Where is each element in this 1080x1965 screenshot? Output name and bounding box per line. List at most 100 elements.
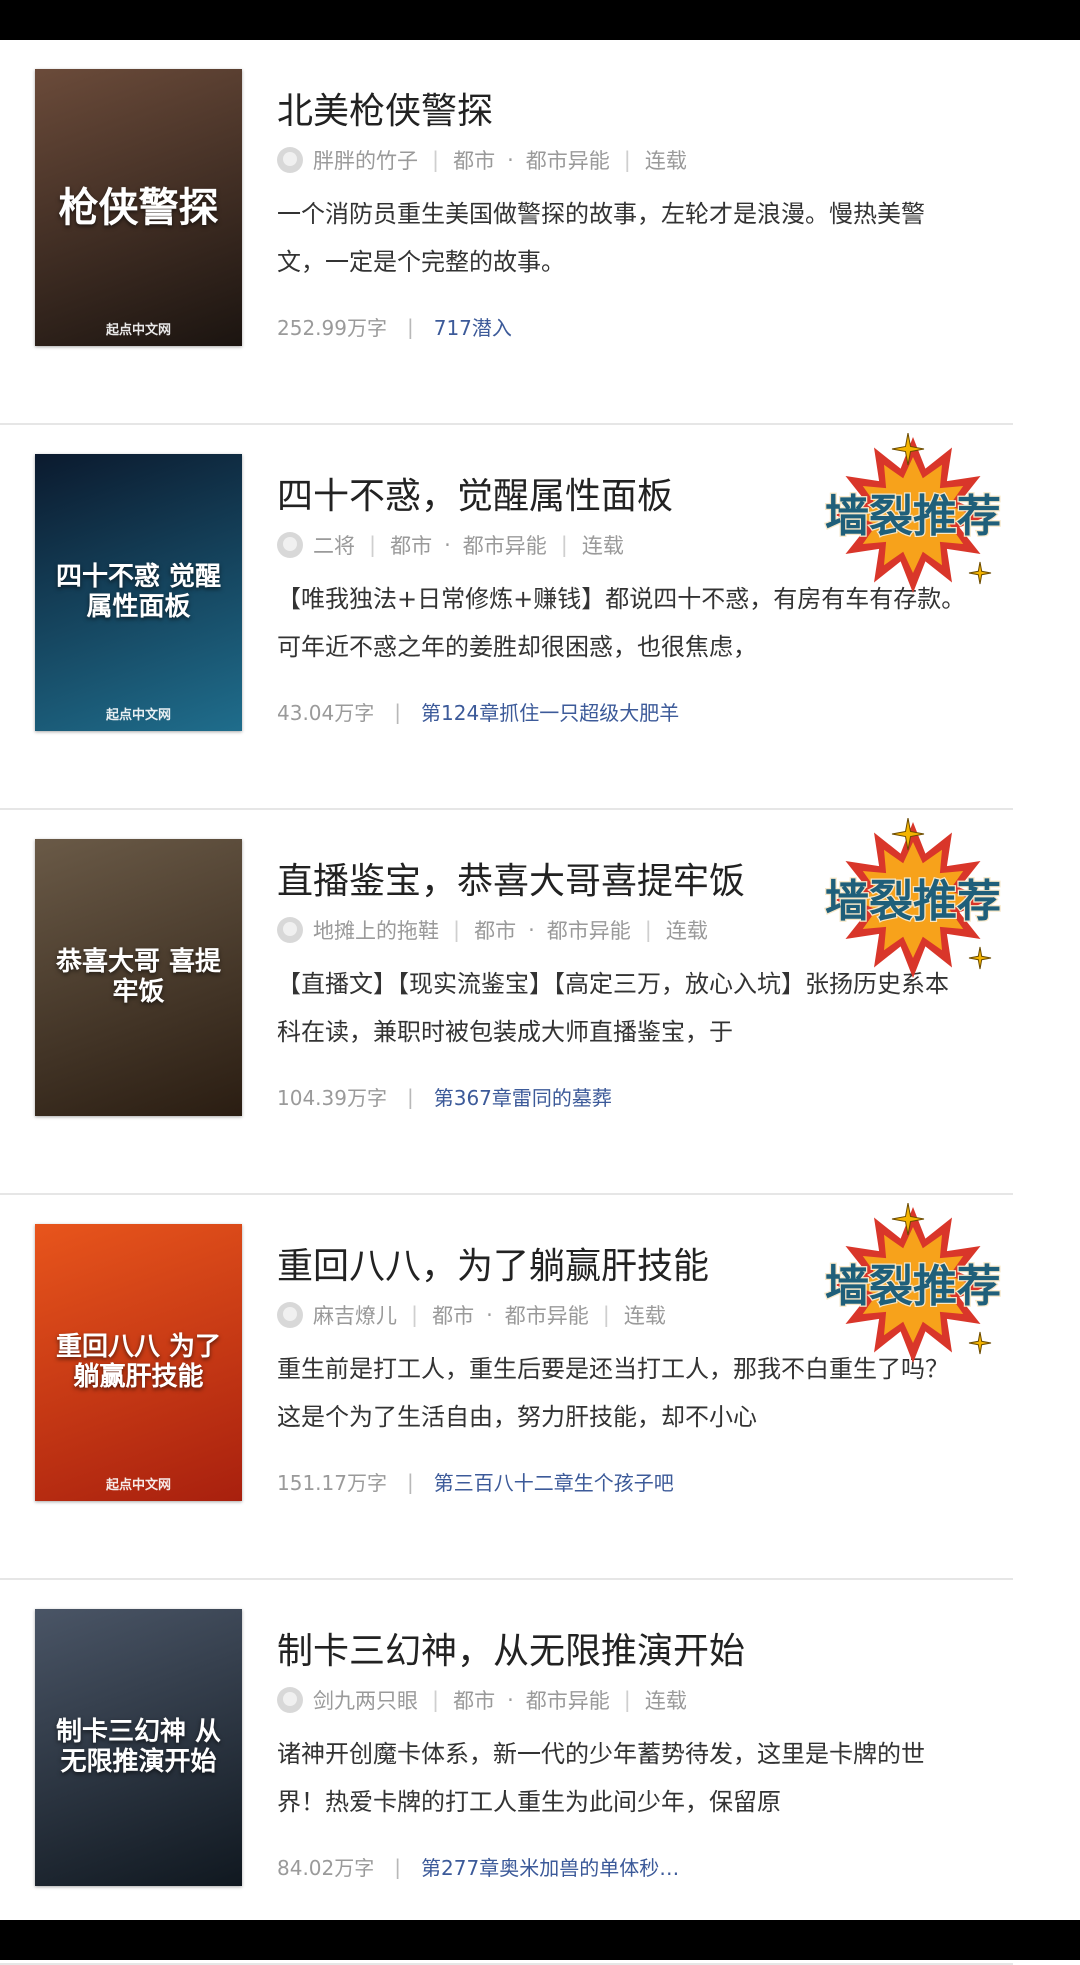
book-item[interactable]: 重回八八 为了躺赢肝技能 起点中文网 重回八八，为了躺赢肝技能 麻吉燎儿 | 都… <box>0 1195 1080 1580</box>
meta-separator: | <box>432 148 440 172</box>
book-title[interactable]: 北美枪侠警探 <box>277 82 493 134</box>
meta-separator: | <box>432 1688 440 1712</box>
book-item[interactable]: 四十不惑 觉醒属性面板 起点中文网 四十不惑，觉醒属性面板 二将 | 都市 · … <box>0 425 1080 810</box>
stats-separator: | <box>394 699 402 724</box>
author-name[interactable]: 剑九两只眼 <box>313 1685 418 1715</box>
book-description: 一个消防员重生美国做警探的故事，左轮才是浪漫。慢热美警文，一定是个完整的故事。 <box>277 200 925 276</box>
book-meta: 地摊上的拖鞋 | 都市 · 都市异能 | 连载 <box>277 915 708 945</box>
author-name[interactable]: 地摊上的拖鞋 <box>313 915 439 945</box>
author-name[interactable]: 麻吉燎儿 <box>313 1300 397 1330</box>
cover-publisher: 起点中文网 <box>105 1478 171 1493</box>
meta-dot: · <box>507 1688 514 1712</box>
latest-chapter-link[interactable]: 第三百八十二章生个孩子吧 <box>434 1467 674 1496</box>
book-title[interactable]: 制卡三幻神，从无限推演开始 <box>277 1622 745 1674</box>
navigation-bar <box>0 1920 1080 1960</box>
meta-dot: · <box>444 533 451 557</box>
meta-separator: | <box>411 1303 419 1327</box>
author-avatar-icon <box>277 917 303 943</box>
book-title[interactable]: 直播鉴宝，恭喜大哥喜提牢饭 <box>277 852 745 904</box>
recommend-badge: 墙裂推荐 <box>824 433 1002 593</box>
book-description: 诸神开创魔卡体系，新一代的少年蓄势待发，这里是卡牌的世界！热爱卡牌的打工人重生为… <box>277 1740 925 1816</box>
latest-chapter-link[interactable]: 第367章雷同的墓葬 <box>434 1082 612 1111</box>
book-title[interactable]: 重回八八，为了躺赢肝技能 <box>277 1237 709 1289</box>
book-cover[interactable]: 恭喜大哥 喜提牢饭 <box>35 839 242 1116</box>
stats-separator: | <box>406 1469 414 1494</box>
badge-text: 墙裂推荐 <box>825 1261 1001 1312</box>
word-count: 252.99万字 <box>277 316 387 340</box>
latest-chapter-link[interactable]: 第277章奥米加兽的单体秒… <box>421 1852 679 1881</box>
author-name[interactable]: 二将 <box>313 530 355 560</box>
word-count: 104.39万字 <box>277 1086 387 1110</box>
meta-separator: | <box>623 148 631 172</box>
recommend-badge: 墙裂推荐 <box>824 818 1002 978</box>
subcategory[interactable]: 都市异能 <box>547 915 631 945</box>
serial-status: 连载 <box>623 1304 666 1328</box>
category[interactable]: 都市 <box>453 1685 495 1715</box>
stats-separator: | <box>394 1854 402 1879</box>
book-meta: 麻吉燎儿 | 都市 · 都市异能 | 连载 <box>277 1300 666 1330</box>
author-avatar-icon <box>277 1687 303 1713</box>
book-list: 枪侠警探 起点中文网 北美枪侠警探 胖胖的竹子 | 都市 · 都市异能 | 连载… <box>0 40 1080 1965</box>
author-name[interactable]: 胖胖的竹子 <box>313 145 418 175</box>
book-cover[interactable]: 四十不惑 觉醒属性面板 起点中文网 <box>35 454 242 731</box>
meta-separator: | <box>560 533 568 557</box>
status-bar <box>0 0 1080 40</box>
serial-status: 连载 <box>644 1689 687 1713</box>
subcategory[interactable]: 都市异能 <box>505 1300 589 1330</box>
book-title[interactable]: 四十不惑，觉醒属性面板 <box>277 467 673 519</box>
meta-separator: | <box>369 533 377 557</box>
book-stats: 104.39万字 | 第367章雷同的墓葬 <box>277 1082 612 1111</box>
serial-status: 连载 <box>581 534 624 558</box>
sparkle-icon <box>968 1331 992 1355</box>
subcategory[interactable]: 都市异能 <box>526 1685 610 1715</box>
meta-dot: · <box>528 918 535 942</box>
cover-publisher: 起点中文网 <box>105 708 171 723</box>
cover-title: 恭喜大哥 喜提牢饭 <box>55 946 222 1007</box>
badge-text: 墙裂推荐 <box>825 876 1001 927</box>
book-item[interactable]: 恭喜大哥 喜提牢饭 直播鉴宝，恭喜大哥喜提牢饭 地摊上的拖鞋 | 都市 · 都市… <box>0 810 1080 1195</box>
cover-publisher: 起点中文网 <box>105 323 171 338</box>
category[interactable]: 都市 <box>390 530 432 560</box>
serial-status: 连载 <box>665 919 708 943</box>
stats-separator: | <box>406 1084 414 1109</box>
book-item[interactable]: 枪侠警探 起点中文网 北美枪侠警探 胖胖的竹子 | 都市 · 都市异能 | 连载… <box>0 40 1080 425</box>
category[interactable]: 都市 <box>432 1300 474 1330</box>
book-cover[interactable]: 制卡三幻神 从无限推演开始 <box>35 1609 242 1886</box>
book-cover[interactable]: 重回八八 为了躺赢肝技能 起点中文网 <box>35 1224 242 1501</box>
sparkle-icon <box>968 946 992 970</box>
cover-title: 枪侠警探 <box>58 183 219 231</box>
book-stats: 151.17万字 | 第三百八十二章生个孩子吧 <box>277 1467 674 1496</box>
latest-chapter-link[interactable]: 717潜入 <box>434 312 512 341</box>
serial-status: 连载 <box>644 149 687 173</box>
sparkle-icon <box>968 561 992 585</box>
meta-separator: | <box>644 918 652 942</box>
recommend-badge: 墙裂推荐 <box>824 1203 1002 1363</box>
book-meta: 胖胖的竹子 | 都市 · 都市异能 | 连载 <box>277 145 687 175</box>
author-avatar-icon <box>277 1302 303 1328</box>
subcategory[interactable]: 都市异能 <box>463 530 547 560</box>
book-stats: 43.04万字 | 第124章抓住一只超级大肥羊 <box>277 697 679 726</box>
book-stats: 252.99万字 | 717潜入 <box>277 312 512 341</box>
book-item[interactable]: 制卡三幻神 从无限推演开始 制卡三幻神，从无限推演开始 剑九两只眼 | 都市 ·… <box>0 1580 1080 1965</box>
cover-title: 重回八八 为了躺赢肝技能 <box>55 1331 222 1392</box>
meta-dot: · <box>507 148 514 172</box>
cover-title: 四十不惑 觉醒属性面板 <box>55 561 222 622</box>
book-meta: 剑九两只眼 | 都市 · 都市异能 | 连载 <box>277 1685 687 1715</box>
category[interactable]: 都市 <box>453 145 495 175</box>
word-count: 151.17万字 <box>277 1471 387 1495</box>
meta-separator: | <box>453 918 461 942</box>
latest-chapter-link[interactable]: 第124章抓住一只超级大肥羊 <box>421 697 679 726</box>
word-count: 43.04万字 <box>277 701 375 725</box>
book-meta: 二将 | 都市 · 都市异能 | 连载 <box>277 530 624 560</box>
meta-separator: | <box>602 1303 610 1327</box>
subcategory[interactable]: 都市异能 <box>526 145 610 175</box>
book-stats: 84.02万字 | 第277章奥米加兽的单体秒… <box>277 1852 679 1881</box>
book-cover[interactable]: 枪侠警探 起点中文网 <box>35 69 242 346</box>
badge-text: 墙裂推荐 <box>825 491 1001 542</box>
author-avatar-icon <box>277 147 303 173</box>
author-avatar-icon <box>277 532 303 558</box>
meta-separator: | <box>623 1688 631 1712</box>
word-count: 84.02万字 <box>277 1856 375 1880</box>
cover-title: 制卡三幻神 从无限推演开始 <box>55 1716 222 1777</box>
category[interactable]: 都市 <box>474 915 516 945</box>
